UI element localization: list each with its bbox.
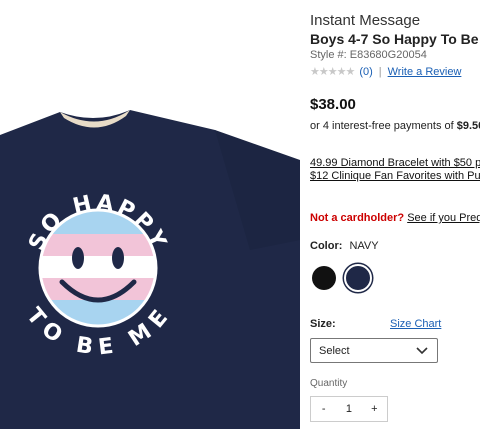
installments-prefix: or 4 interest-free payments of xyxy=(310,120,457,132)
write-review-link[interactable]: Write a Review xyxy=(388,66,462,78)
rating-row: ★★★★★ (0) | Write a Review xyxy=(310,65,462,79)
installments-amount: $9.50 xyxy=(456,120,480,132)
cardholder-row: Not a cardholder? See if you Prequa xyxy=(310,212,480,224)
size-label: Size: xyxy=(310,318,336,330)
style-number: Style #: E83680G20054 xyxy=(310,49,427,61)
quantity-value[interactable]: 1 xyxy=(336,397,361,421)
rating-divider: | xyxy=(378,65,382,78)
review-count[interactable]: (0) xyxy=(359,66,372,78)
star-icon: ★★★★★ xyxy=(310,66,355,78)
promo-link-clinique[interactable]: $12 Clinique Fan Favorites with Pur xyxy=(310,170,480,182)
color-label: Color: xyxy=(310,240,343,252)
brand-name[interactable]: Instant Message xyxy=(310,12,420,29)
size-chart-link[interactable]: Size Chart xyxy=(390,318,441,330)
quantity-label: Quantity xyxy=(310,378,348,389)
color-value: NAVY xyxy=(349,240,379,252)
product-details: Instant Message Boys 4-7 So Happy To Be … xyxy=(310,0,480,429)
prequalify-link[interactable]: See if you Prequa xyxy=(407,212,480,224)
product-image[interactable]: SO HAPPY TO BE ME xyxy=(0,0,300,429)
size-select-value: Select xyxy=(319,344,350,357)
chevron-down-icon xyxy=(416,347,428,355)
quantity-plus-button[interactable]: + xyxy=(362,397,387,421)
quantity-stepper: - 1 + xyxy=(310,396,388,422)
size-select[interactable]: Select xyxy=(310,338,438,363)
promo-link-bracelet[interactable]: 49.99 Diamond Bracelet with $50 pu xyxy=(310,157,480,169)
swatch-black[interactable] xyxy=(312,266,336,290)
quantity-minus-button[interactable]: - xyxy=(311,397,336,421)
cardholder-text: Not a cardholder? xyxy=(310,212,405,224)
swatch-navy[interactable] xyxy=(344,264,372,292)
tshirt-graphic: SO HAPPY TO BE ME xyxy=(0,110,300,429)
installments-text: or 4 interest-free payments of $9.50 xyxy=(310,120,480,132)
color-row: Color: NAVY xyxy=(310,240,379,252)
price: $38.00 xyxy=(310,96,356,113)
product-title: Boys 4-7 So Happy To Be M xyxy=(310,31,480,47)
